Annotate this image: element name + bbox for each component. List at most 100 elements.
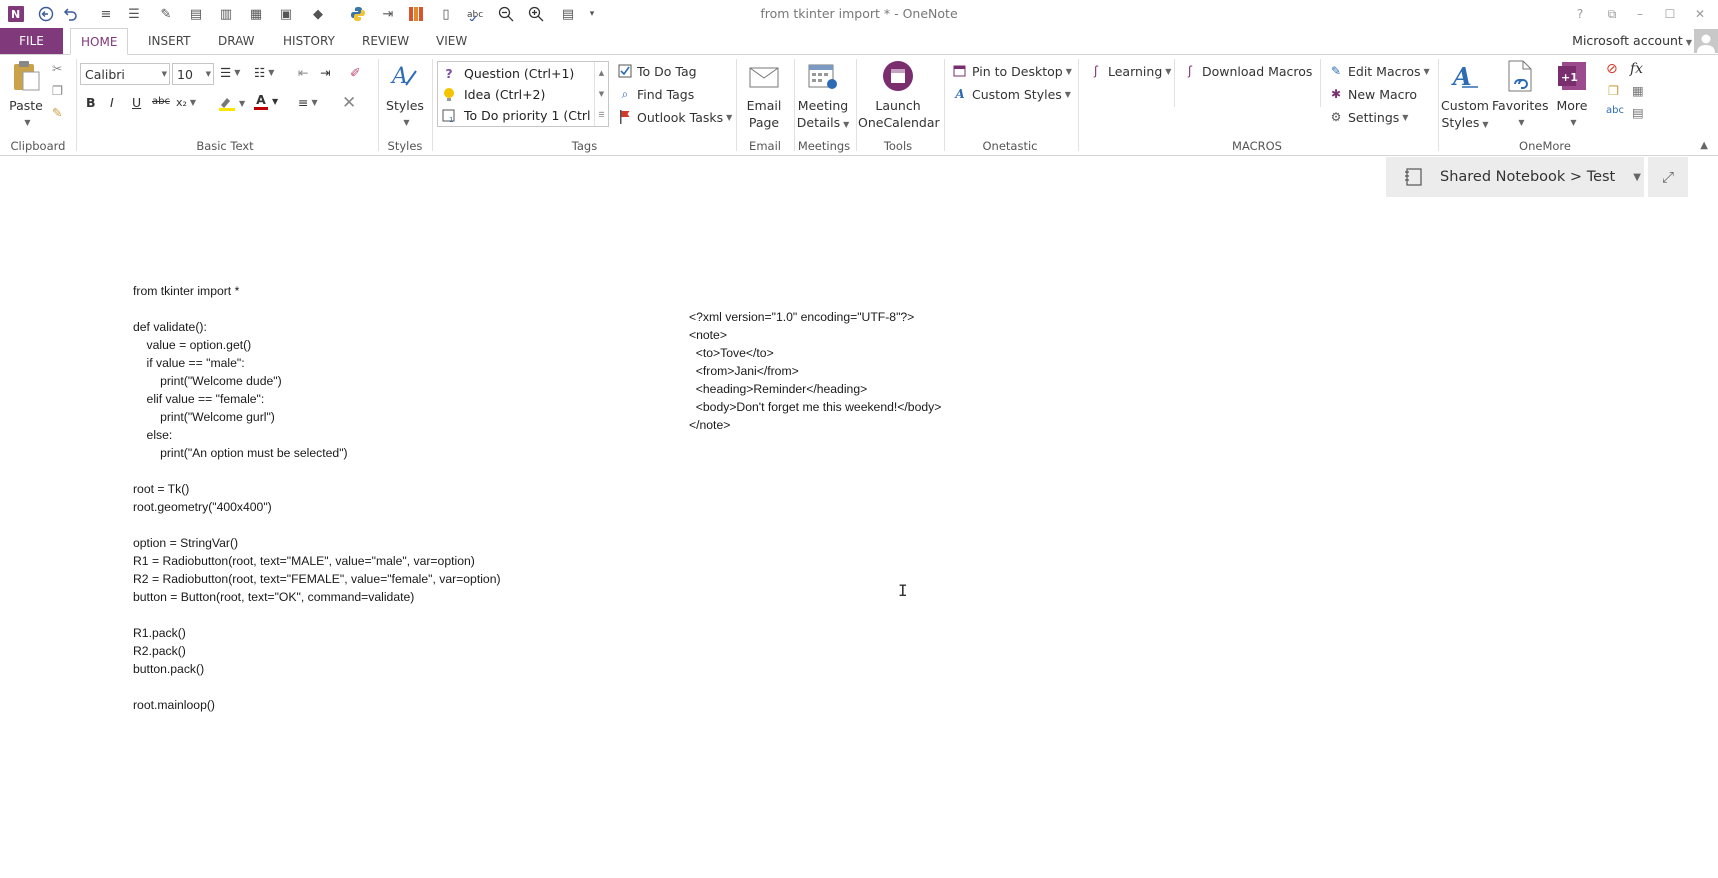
maximize-button[interactable]: ☐ — [1658, 3, 1682, 25]
python-icon[interactable] — [348, 4, 368, 24]
custom-styles-menu[interactable]: A Custom Styles ▼ — [952, 86, 1071, 102]
table-icon[interactable]: ▦ — [1632, 83, 1644, 98]
restore-ribbon-button[interactable]: ⧉ — [1600, 3, 1624, 25]
notebook-icon[interactable]: ▤ — [186, 4, 206, 24]
spell-icon[interactable]: abc — [466, 4, 486, 24]
note-line[interactable]: <note> — [689, 326, 941, 344]
note-line[interactable] — [133, 678, 501, 696]
note-line[interactable]: <?xml version="1.0" encoding="UTF-8"?> — [689, 308, 941, 326]
page-icon[interactable]: ▯ — [436, 4, 456, 24]
chevron-up-icon[interactable]: ▲ — [599, 69, 604, 77]
font-name-select[interactable]: Calibri ▼ — [80, 63, 170, 85]
indent-icon[interactable]: ⇥ — [378, 4, 398, 24]
grid-table-icon[interactable]: ▤ — [1632, 105, 1644, 120]
edit-macros-button[interactable]: ✎ Edit Macros ▼ — [1328, 63, 1430, 79]
account-menu[interactable]: Microsoft account ▼ — [1572, 33, 1692, 48]
note-line[interactable]: if value == "male": — [133, 354, 501, 372]
page-template-icon[interactable]: ▣ — [276, 4, 296, 24]
new-macro-button[interactable]: ✱ New Macro — [1328, 86, 1417, 102]
note-line[interactable]: </note> — [689, 416, 941, 434]
note-line[interactable]: <from>Jani</from> — [689, 362, 941, 380]
help-button[interactable]: ? — [1568, 3, 1592, 25]
cut-icon[interactable]: ✂ — [52, 61, 62, 76]
styles-button[interactable]: A Styles ▼ — [382, 59, 428, 131]
collapse-ribbon-icon[interactable]: ▲ — [1700, 140, 1708, 151]
tab-home[interactable]: HOME — [70, 28, 129, 55]
underline-button[interactable]: U — [132, 95, 141, 110]
note-line[interactable]: R2 = Radiobutton(root, text="FEMALE", va… — [133, 570, 501, 588]
tags-scrollbar[interactable]: ▲ ▼ ☰ — [594, 62, 608, 126]
note-line[interactable] — [133, 606, 501, 624]
clear-formatting-icon[interactable]: ✐ — [350, 65, 360, 80]
list-sort-icon[interactable]: ☰ — [124, 4, 144, 24]
note-line[interactable]: R2.pack() — [133, 642, 501, 660]
note-line[interactable]: option = StringVar() — [133, 534, 501, 552]
page-view-icon[interactable]: ▤ — [558, 4, 578, 24]
eraser-icon[interactable]: ✎ — [156, 4, 176, 24]
note-line[interactable]: else: — [133, 426, 501, 444]
download-macros-button[interactable]: ʃ Download Macros — [1182, 63, 1312, 79]
note-line[interactable]: print("Welcome dude") — [133, 372, 501, 390]
bold-button[interactable]: B — [86, 95, 96, 110]
tags-gallery[interactable]: ? Question (Ctrl+1) Idea (Ctrl+2) 1 To D… — [437, 61, 609, 127]
minimize-button[interactable]: – — [1628, 3, 1652, 25]
tag-idea[interactable]: Idea (Ctrl+2) — [438, 84, 596, 105]
find-tags-button[interactable]: ⌕ Find Tags — [617, 86, 695, 102]
shapes-icon[interactable]: ◆ — [308, 4, 328, 24]
format-painter-icon[interactable]: ✎ — [52, 105, 62, 120]
python-code-outline[interactable]: from tkinter import * def validate(): val… — [133, 282, 501, 714]
expand-gallery-icon[interactable]: ☰ — [598, 111, 604, 119]
delete-icon[interactable]: ✕ — [342, 93, 356, 113]
settings-menu[interactable]: ⚙ Settings ▼ — [1328, 109, 1409, 125]
numbering-icon[interactable]: ☷ ▼ — [254, 65, 274, 80]
tab-history[interactable]: HISTORY — [273, 28, 345, 54]
italic-button[interactable]: I — [110, 95, 114, 110]
note-line[interactable]: <heading>Reminder</heading> — [689, 380, 941, 398]
note-line[interactable]: from tkinter import * — [133, 282, 501, 300]
notebook-path-bar[interactable]: Shared Notebook > Test ▼ — [1386, 157, 1644, 197]
more-button[interactable]: +1 More ▼ — [1550, 59, 1594, 131]
tab-review[interactable]: REVIEW — [352, 28, 419, 54]
line-spacing-icon[interactable]: ≡ — [96, 4, 116, 24]
chevron-down-icon[interactable]: ▼ — [599, 90, 604, 98]
note-line[interactable]: root.mainloop() — [133, 696, 501, 714]
spell-check-icon[interactable]: abc — [1606, 105, 1624, 116]
meeting-details-button[interactable]: Meeting Details ▼ — [796, 59, 850, 133]
note-line[interactable]: def validate(): — [133, 318, 501, 336]
note-line[interactable]: root = Tk() — [133, 480, 501, 498]
highlight-icon[interactable]: ▼ — [218, 95, 245, 111]
todo-tag-button[interactable]: To Do Tag — [617, 63, 697, 79]
back-icon[interactable] — [36, 4, 56, 24]
increase-indent-icon[interactable]: ⇥ — [320, 65, 330, 80]
email-page-button[interactable]: Email Page — [742, 59, 786, 131]
tag-todo-priority[interactable]: 1 To Do priority 1 (Ctrl — [438, 105, 596, 126]
align-icon[interactable]: ≡ ▼ — [298, 95, 318, 110]
paste-special-icon[interactable]: ❐ — [1608, 83, 1619, 98]
note-line[interactable]: button.pack() — [133, 660, 501, 678]
full-page-view-button[interactable]: ⤢ — [1648, 157, 1688, 197]
chevron-down-icon[interactable]: ▼ — [272, 97, 278, 106]
copy-icon[interactable]: ❐ — [52, 83, 63, 98]
tab-insert[interactable]: INSERT — [138, 28, 201, 54]
xml-code-outline[interactable]: <?xml version="1.0" encoding="UTF-8"?> <n… — [689, 308, 941, 434]
note-line[interactable]: <to>Tove</to> — [689, 344, 941, 362]
tag-question[interactable]: ? Question (Ctrl+1) — [438, 63, 596, 84]
decrease-indent-icon[interactable]: ⇤ — [298, 65, 308, 80]
pin-to-desktop-button[interactable]: Pin to Desktop ▼ — [952, 63, 1072, 79]
note-line[interactable]: print("Welcome gurl") — [133, 408, 501, 426]
outlook-tasks-button[interactable]: Outlook Tasks ▼ — [617, 109, 732, 125]
favorites-button[interactable]: Favorites ▼ — [1492, 59, 1548, 131]
note-line[interactable] — [133, 516, 501, 534]
note-line[interactable]: R1 = Radiobutton(root, text="MALE", valu… — [133, 552, 501, 570]
note-line[interactable] — [133, 462, 501, 480]
zoom-out-icon[interactable] — [496, 4, 516, 24]
note-line[interactable]: elif value == "female": — [133, 390, 501, 408]
launch-onecalendar-button[interactable]: Launch OneCalendar — [858, 59, 940, 131]
close-button[interactable]: ✕ — [1688, 3, 1712, 25]
notebook-open-icon[interactable]: ▥ — [216, 4, 236, 24]
font-size-select[interactable]: 10 ▼ — [172, 63, 214, 85]
learning-menu[interactable]: ʃ Learning ▼ — [1088, 63, 1171, 79]
subscript-button[interactable]: x₂ ▼ — [176, 96, 196, 109]
template-icon[interactable]: ▦ — [246, 4, 266, 24]
stop-icon[interactable]: ⊘ — [1606, 61, 1618, 77]
